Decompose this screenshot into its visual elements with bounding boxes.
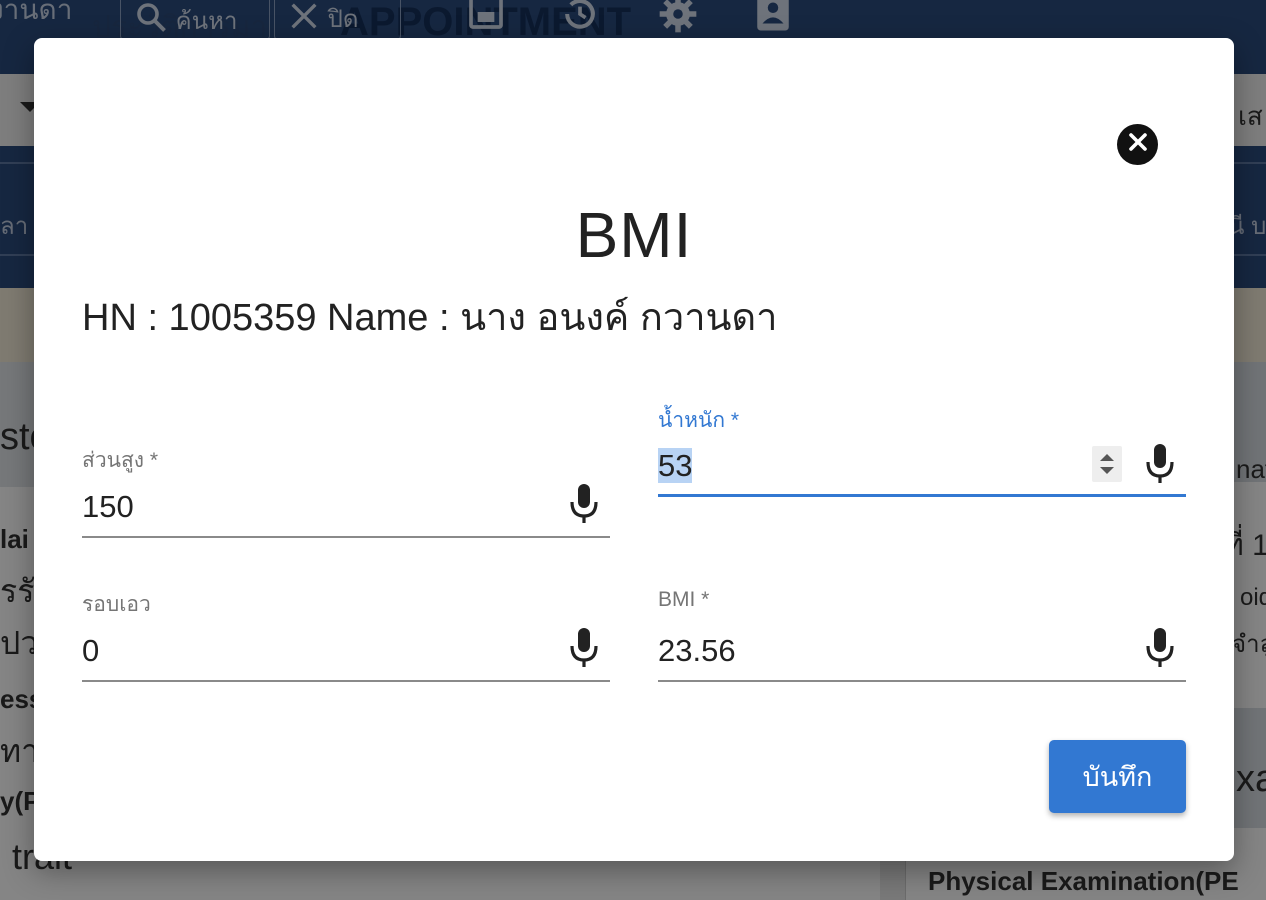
- bmi-dialog: BMI HN : 1005359 Name : นาง อนงค์ กวานดา…: [34, 38, 1234, 861]
- dialog-title: BMI: [575, 199, 693, 271]
- bmi-underline: [658, 680, 1186, 682]
- patient-info: HN : 1005359 Name : นาง อนงค์ กวานดา: [82, 297, 778, 339]
- close-icon: [1128, 132, 1148, 157]
- waist-underline: [82, 680, 610, 682]
- height-label: ส่วนสูง *: [82, 449, 159, 472]
- bmi-field: BMI *: [658, 582, 1186, 682]
- weight-field: น้ำหนัก * 53: [658, 398, 1186, 498]
- microphone-icon[interactable]: [1144, 444, 1176, 484]
- microphone-icon[interactable]: [568, 628, 600, 668]
- height-field: ส่วนสูง *: [82, 438, 610, 538]
- height-underline: [82, 536, 610, 538]
- bmi-label: BMI *: [658, 588, 710, 611]
- height-input[interactable]: [82, 488, 502, 526]
- save-button[interactable]: บันทึก: [1049, 740, 1186, 813]
- spinner-arrows-icon[interactable]: [1092, 446, 1122, 482]
- microphone-icon[interactable]: [568, 484, 600, 524]
- microphone-icon[interactable]: [1144, 628, 1176, 668]
- weight-value-selected: 53: [658, 448, 693, 483]
- close-button[interactable]: [1117, 124, 1158, 165]
- weight-label: น้ำหนัก *: [658, 409, 740, 432]
- waist-input[interactable]: [82, 632, 502, 670]
- waist-field: รอบเอว: [82, 582, 610, 682]
- weight-input[interactable]: 53: [658, 446, 693, 486]
- weight-underline: [658, 494, 1186, 497]
- bmi-input[interactable]: [658, 632, 1078, 670]
- waist-label: รอบเอว: [82, 593, 151, 616]
